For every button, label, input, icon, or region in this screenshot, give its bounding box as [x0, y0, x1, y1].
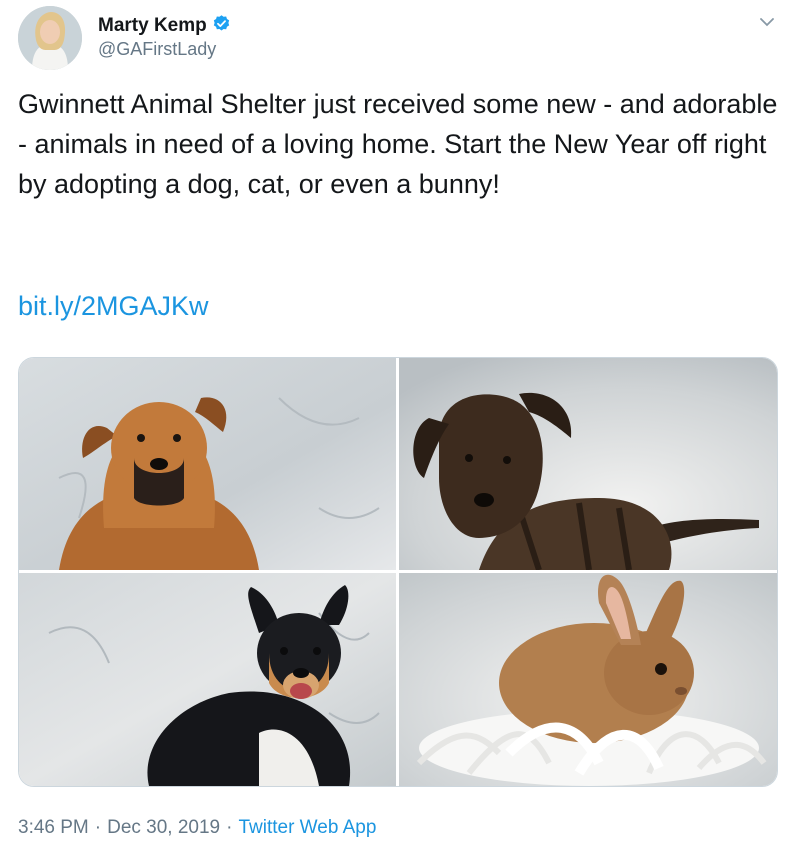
separator: ·	[226, 817, 233, 838]
verified-badge-icon	[212, 14, 231, 38]
chevron-down-icon[interactable]	[757, 12, 777, 32]
tweet-header: Marty Kemp @GAFirstLady	[18, 6, 783, 70]
tweet-date[interactable]: Dec 30, 2019	[107, 817, 220, 839]
media-grid	[18, 357, 778, 787]
separator: ·	[94, 817, 102, 838]
tweet-link[interactable]: bit.ly/2MGAJKw	[18, 286, 209, 326]
media-image-2[interactable]	[399, 358, 777, 570]
user-handle[interactable]: @GAFirstLady	[98, 39, 216, 60]
media-image-4[interactable]	[399, 573, 777, 786]
name-row: Marty Kemp	[98, 14, 231, 38]
tweet-time[interactable]: 3:46 PM	[18, 817, 89, 839]
display-name[interactable]: Marty Kemp	[98, 15, 207, 37]
media-image-3[interactable]	[19, 573, 396, 786]
tweet-source[interactable]: Twitter Web App	[238, 817, 376, 839]
tweet-text: Gwinnett Animal Shelter just received so…	[18, 89, 778, 199]
avatar[interactable]	[18, 6, 82, 70]
tweet-footer: 3:46 PM · Dec 30, 2019 · Twitter Web App	[18, 817, 376, 839]
media-image-1[interactable]	[19, 358, 396, 570]
